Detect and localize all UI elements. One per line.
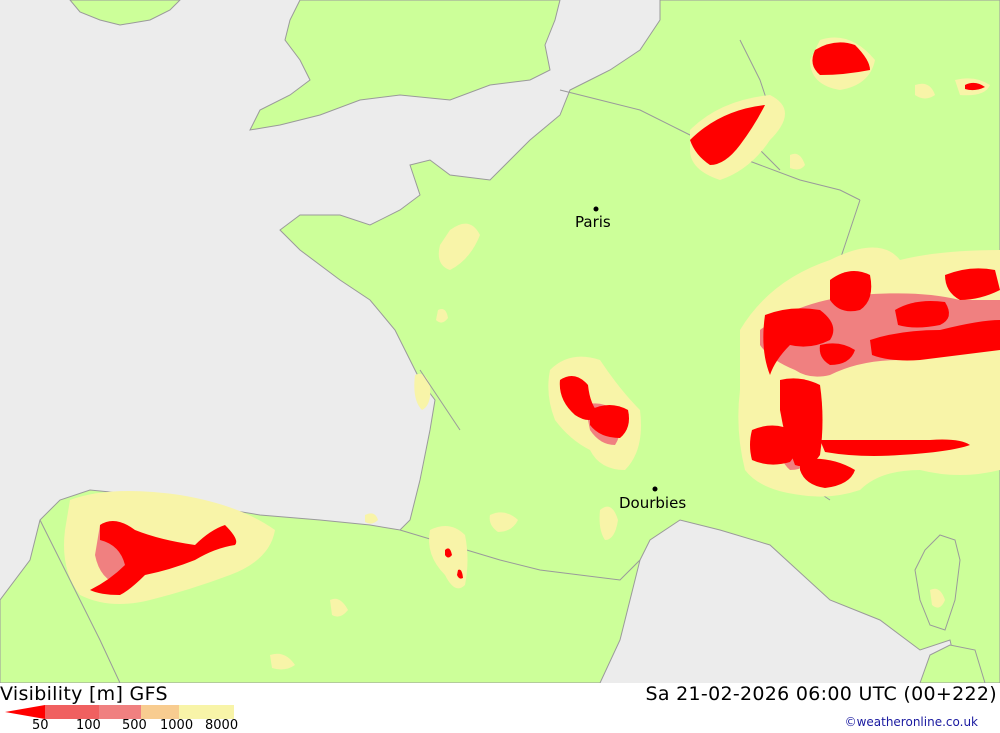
- scale-band-1000-8000: [179, 705, 234, 719]
- scale-band-500-1000: [141, 705, 179, 719]
- scale-band-50-100: [45, 705, 99, 719]
- city-dot-dourbies: [652, 486, 658, 492]
- scale-tick-50: 50: [32, 718, 49, 733]
- scale-tick-500: 500: [122, 718, 147, 733]
- city-dot-paris: [593, 206, 599, 212]
- map-title: Visibility [m] GFS: [0, 683, 168, 705]
- city-label-paris: Paris: [575, 213, 611, 231]
- scale-tick-100: 100: [76, 718, 101, 733]
- city-label-dourbies: Dourbies: [619, 494, 686, 512]
- forecast-datetime: Sa 21-02-2026 06:00 UTC (00+222): [645, 683, 997, 705]
- scale-band-100-500: [99, 705, 141, 719]
- legend-bar: Visibility [m] GFS Sa 21-02-2026 06:00 U…: [0, 683, 1000, 733]
- scale-tick-8000: 8000: [205, 718, 239, 733]
- scale-arrow: [5, 705, 45, 719]
- scale-tick-1000: 1000: [160, 718, 194, 733]
- visibility-map: Paris Dourbies: [0, 0, 1000, 683]
- credit-link[interactable]: ©weatheronline.co.uk: [845, 715, 978, 729]
